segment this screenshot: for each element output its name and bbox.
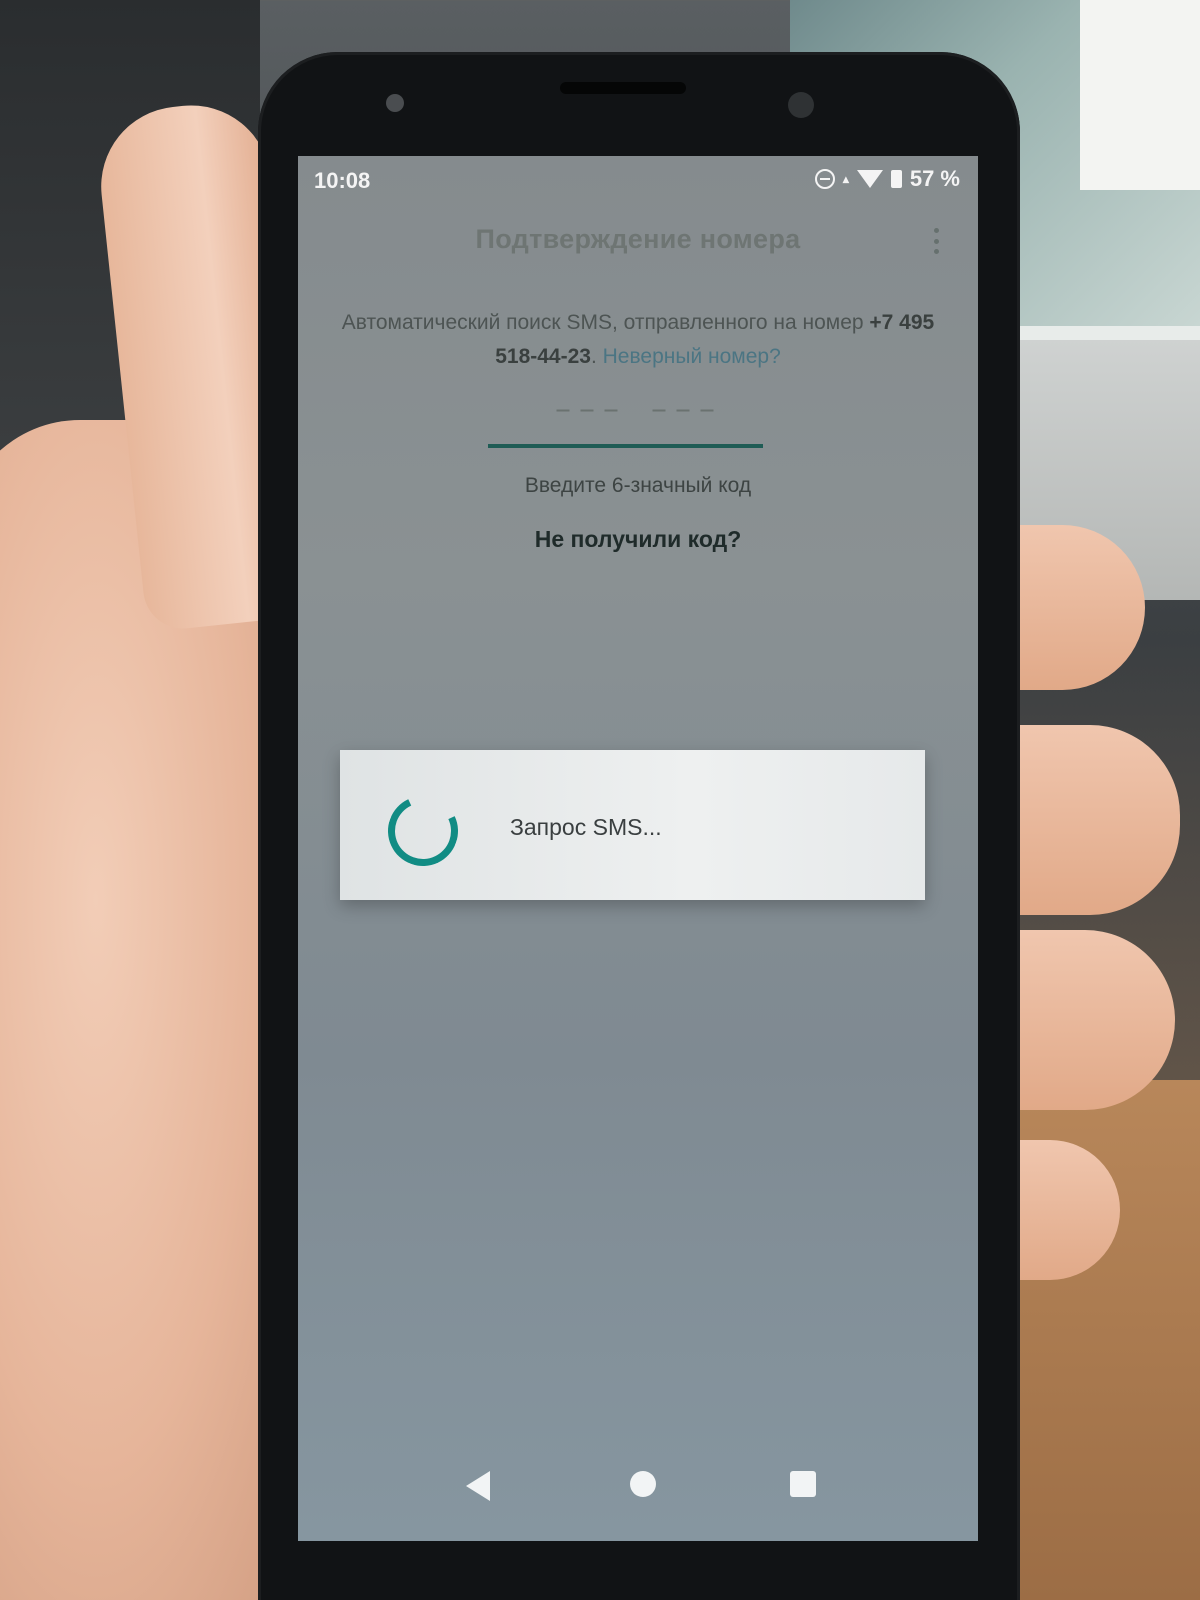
loading-spinner-icon (378, 786, 468, 876)
description-text: Автоматический поиск SMS, отправленного … (341, 311, 870, 334)
status-bar: 10:08 ▴ 57 % (298, 156, 978, 202)
description-separator: . (590, 345, 603, 368)
code-hint: Введите 6-значный код (524, 474, 752, 497)
more-options-icon[interactable] (932, 228, 940, 254)
do-not-disturb-icon (814, 169, 835, 189)
home-icon[interactable] (630, 1471, 656, 1497)
page-title: Подтверждение номера (475, 224, 801, 254)
verification-description: Автоматический поиск SMS, отправленного … (338, 306, 938, 374)
battery-percent: 57 % (909, 166, 960, 191)
resend-code-link[interactable]: Не получили код? (298, 526, 978, 553)
status-icons: ▴ 57 % (814, 166, 960, 192)
phone-device: 10:08 ▴ 57 % Подтверждение номера Автома… (258, 52, 1020, 1600)
wrong-number-link[interactable]: Неверный номер? (603, 345, 781, 368)
proximity-sensor (386, 94, 404, 112)
earpiece-speaker (560, 82, 686, 94)
front-camera (788, 92, 814, 118)
wifi-icon (856, 170, 883, 188)
code-input-underline (488, 444, 763, 448)
data-activity-icon: ▴ (842, 172, 849, 186)
battery-icon (890, 170, 902, 188)
navigation-bar (298, 1441, 978, 1541)
code-input[interactable]: ––– ––– (298, 394, 978, 428)
progress-message: Запрос SMS... (510, 814, 662, 840)
progress-dialog: Запрос SMS... (340, 750, 925, 900)
status-time: 10:08 (314, 168, 371, 193)
phone-screen: 10:08 ▴ 57 % Подтверждение номера Автома… (298, 156, 978, 1541)
back-icon[interactable] (466, 1471, 490, 1501)
recents-icon[interactable] (790, 1471, 816, 1497)
background-panel (1080, 0, 1200, 190)
